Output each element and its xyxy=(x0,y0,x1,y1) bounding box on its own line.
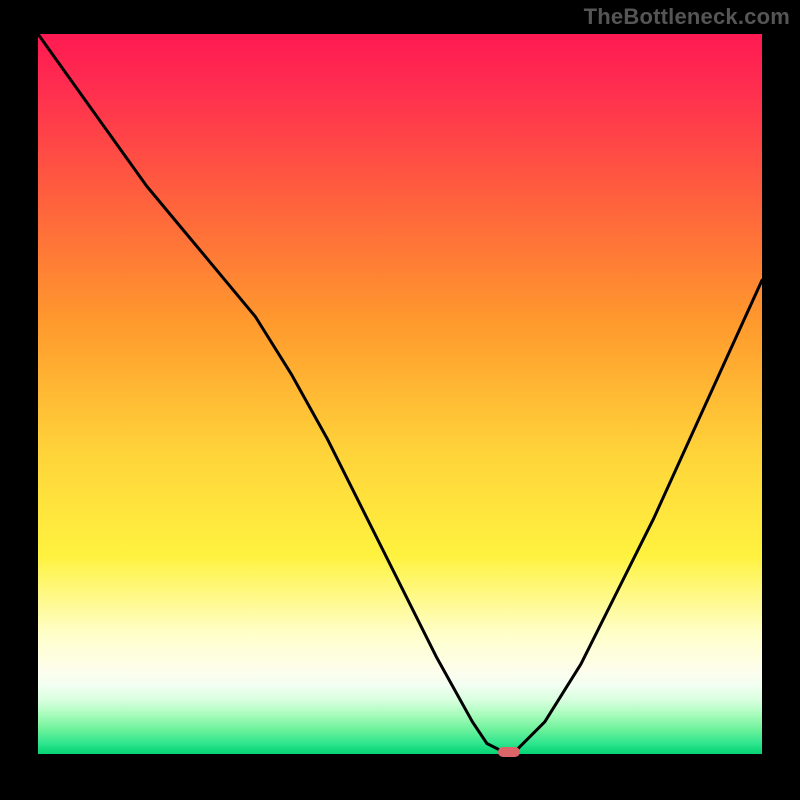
plot-area xyxy=(38,34,762,758)
bottleneck-curve xyxy=(38,34,762,751)
optimal-point-marker xyxy=(498,747,520,757)
curve-layer xyxy=(38,34,762,758)
chart-frame: TheBottleneck.com xyxy=(0,0,800,800)
watermark-text: TheBottleneck.com xyxy=(584,4,790,30)
